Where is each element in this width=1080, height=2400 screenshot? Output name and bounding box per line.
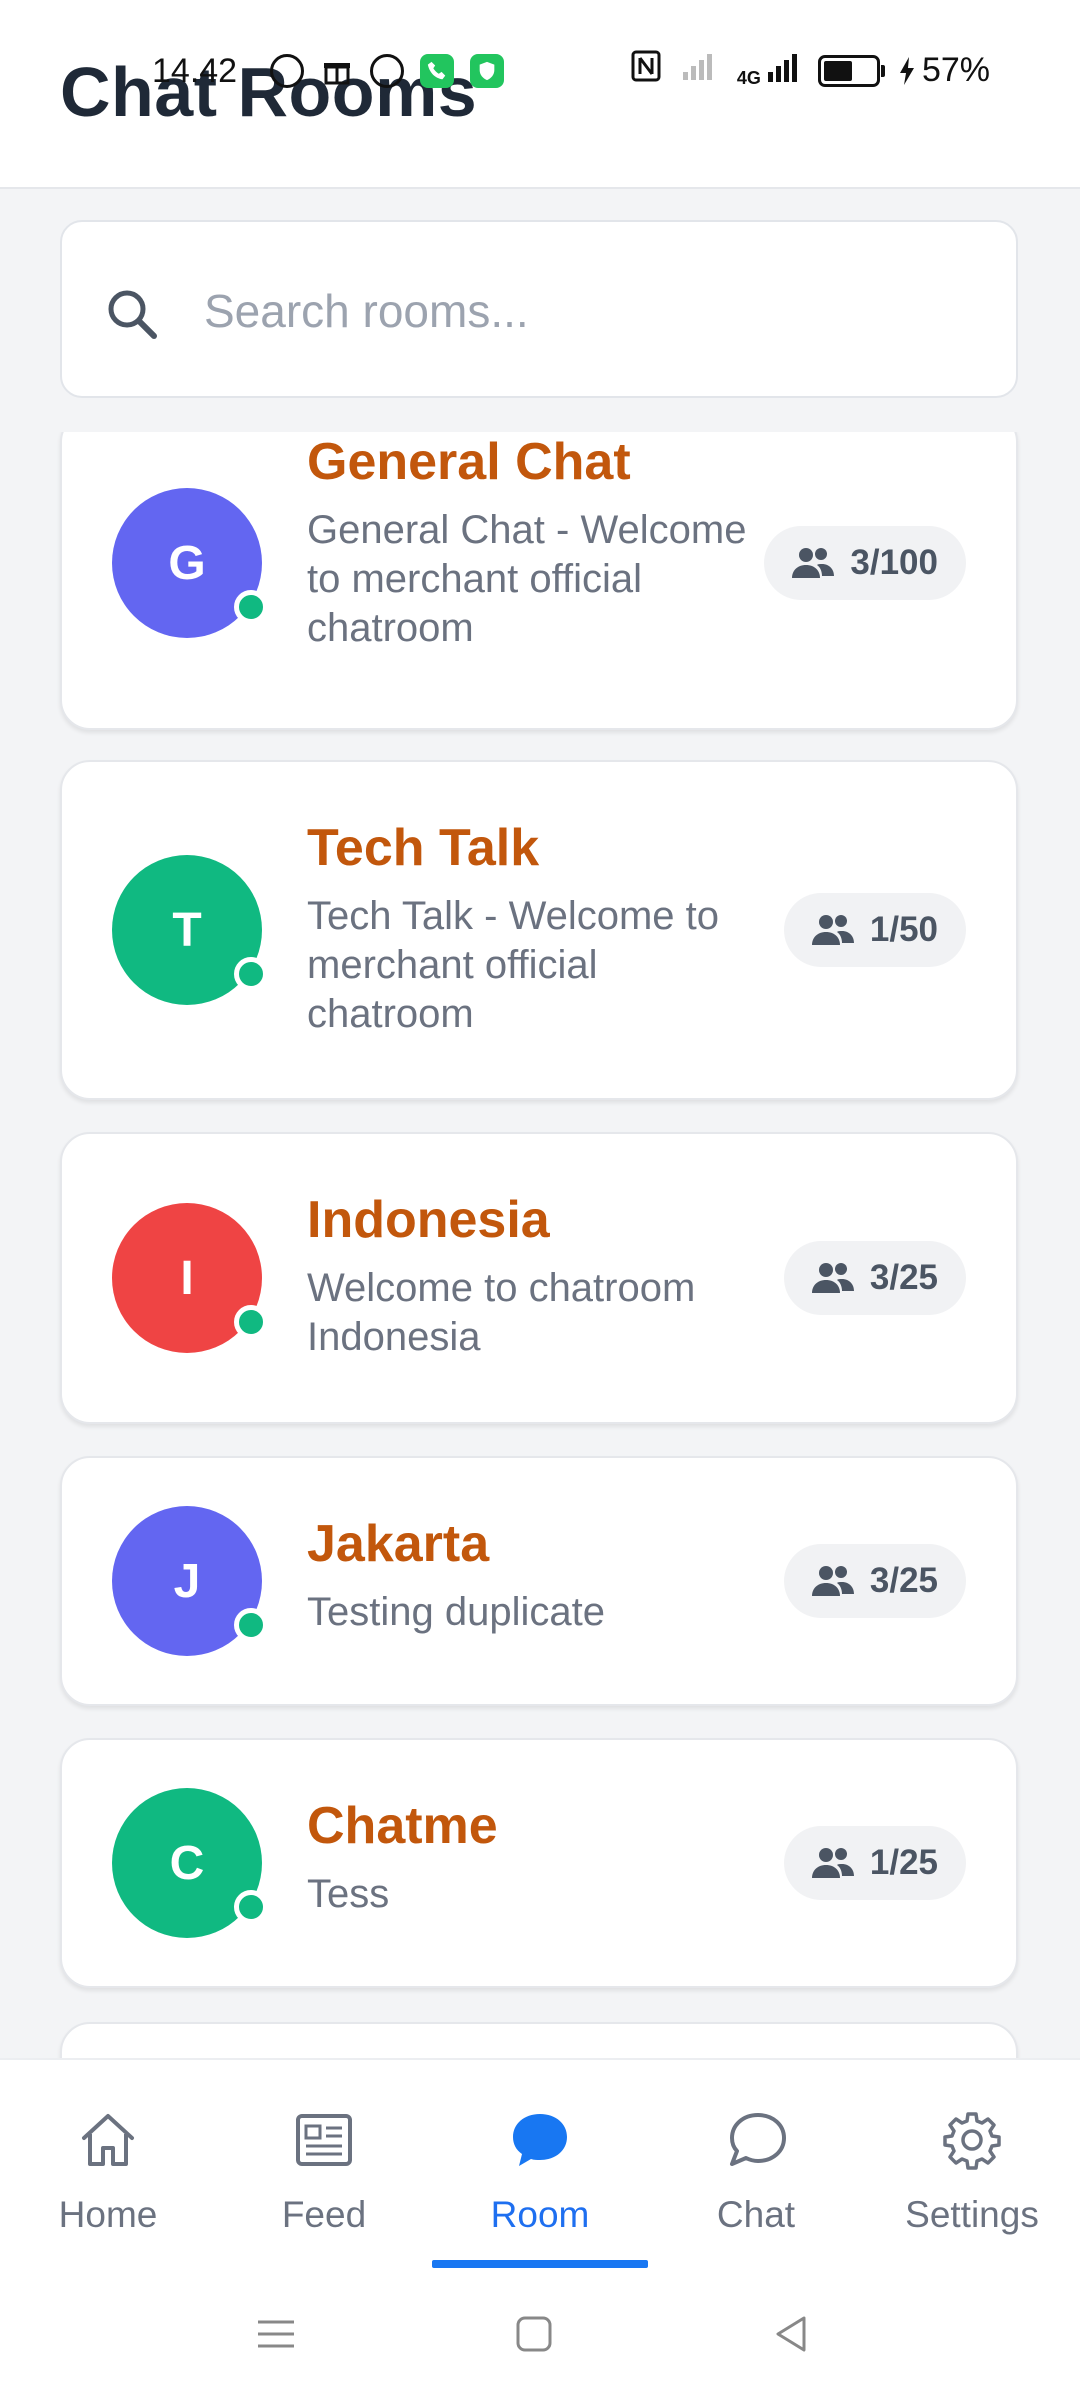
users-icon <box>792 548 835 578</box>
settings-icon <box>943 2112 1001 2170</box>
room-name: General Chat <box>307 433 631 491</box>
back-icon[interactable] <box>770 2312 814 2356</box>
nav-label: Chat <box>716 2194 796 2235</box>
room-info: General Chat General Chat - Welcome to m… <box>307 432 747 653</box>
signal-icon-sim2: 4G <box>737 52 800 89</box>
system-status-icons: 4G 57% <box>631 50 990 91</box>
online-indicator <box>234 1305 268 1339</box>
room-description: Testing duplicate <box>307 1590 605 1634</box>
room-info: Chatme Tess <box>307 1796 747 1919</box>
messenger-icon <box>370 54 404 88</box>
room-description: General Chat - Welcome to merchant offic… <box>307 508 747 650</box>
room-card-partial[interactable] <box>60 2022 1018 2058</box>
users-icon <box>811 1263 854 1293</box>
room-card-indonesia[interactable]: I Indonesia Welcome to chatroom Indonesi… <box>60 1132 1018 1424</box>
online-indicator <box>234 957 268 991</box>
users-icon <box>811 915 854 945</box>
member-count-badge: 3/25 <box>783 1241 966 1315</box>
room-description: Tech Talk - Welcome to merchant official… <box>307 894 720 1036</box>
users-icon <box>811 1848 854 1878</box>
room-icon <box>513 2114 567 2166</box>
room-description: Tess <box>307 1872 390 1916</box>
member-count-badge: 3/100 <box>764 526 966 600</box>
room-info: Tech Talk Tech Talk - Welcome to merchan… <box>307 818 727 1039</box>
menu-icon[interactable] <box>254 2312 298 2356</box>
room-card-jakarta[interactable]: J Jakarta Testing duplicate 3/25 <box>60 1456 1018 1706</box>
online-indicator <box>234 1890 268 1924</box>
nav-label: Home <box>58 2194 158 2235</box>
room-card-tech-talk[interactable]: T Tech Talk Tech Talk - Welcome to merch… <box>60 760 1018 1100</box>
users-icon <box>811 1566 854 1596</box>
chat-icon <box>730 2113 786 2166</box>
room-name: Jakarta <box>307 1515 490 1573</box>
online-indicator <box>234 1608 268 1642</box>
status-bar: 14.42 4G 57% <box>0 48 1080 98</box>
shield-icon <box>470 54 504 88</box>
search-icon <box>104 286 160 347</box>
online-indicator <box>234 590 268 624</box>
room-description: Welcome to chatroom Indonesia <box>307 1266 696 1359</box>
room-name: Indonesia <box>307 1191 550 1249</box>
notification-icons <box>270 54 504 88</box>
home-button-icon[interactable] <box>512 2312 556 2356</box>
search-bar[interactable] <box>60 220 1018 398</box>
room-card-general-chat[interactable]: G General Chat General Chat - Welcome to… <box>60 432 1018 730</box>
nav-label: Room <box>490 2194 590 2235</box>
whatsapp-icon <box>270 54 304 88</box>
active-tab-indicator <box>432 2260 648 2268</box>
nav-item-home[interactable]: Home <box>0 2060 216 2270</box>
signal-icon-sim1 <box>679 50 719 91</box>
nav-label: Settings <box>905 2194 1039 2235</box>
feed-icon <box>296 2114 352 2166</box>
room-name: Tech Talk <box>307 819 540 877</box>
room-avatar: J <box>112 1506 268 1656</box>
nav-item-feed[interactable]: Feed <box>216 2060 432 2270</box>
phone-icon <box>420 54 454 88</box>
member-count-badge: 3/25 <box>783 1544 966 1618</box>
member-count-badge: 1/25 <box>783 1826 966 1900</box>
room-avatar: T <box>112 855 268 1005</box>
battery-level: 57% <box>898 51 990 90</box>
room-avatar: G <box>112 488 268 638</box>
bottom-navigation: Home Feed Room Chat Settings <box>0 2058 1080 2270</box>
gift-icon <box>320 54 354 88</box>
room-avatar: I <box>112 1203 268 1353</box>
nav-label: Feed <box>281 2194 367 2235</box>
room-list[interactable]: G General Chat General Chat - Welcome to… <box>0 432 1080 2058</box>
room-avatar: C <box>112 1788 268 1938</box>
room-info: Indonesia Welcome to chatroom Indonesia <box>307 1190 747 1362</box>
room-name: Chatme <box>307 1797 498 1855</box>
home-icon <box>82 2114 134 2166</box>
system-navigation-bar <box>0 2268 1080 2400</box>
member-count-badge: 1/50 <box>783 893 966 967</box>
room-info: Jakarta Testing duplicate <box>307 1514 747 1637</box>
search-input[interactable] <box>202 262 986 360</box>
room-card-chatme[interactable]: C Chatme Tess 1/25 <box>60 1738 1018 1988</box>
nav-item-chat[interactable]: Chat <box>648 2060 864 2270</box>
status-time: 14.42 <box>152 52 238 90</box>
nav-item-room[interactable]: Room <box>432 2060 648 2270</box>
nav-item-settings[interactable]: Settings <box>864 2060 1080 2270</box>
battery-icon <box>817 54 885 87</box>
nfc-icon <box>631 50 661 91</box>
